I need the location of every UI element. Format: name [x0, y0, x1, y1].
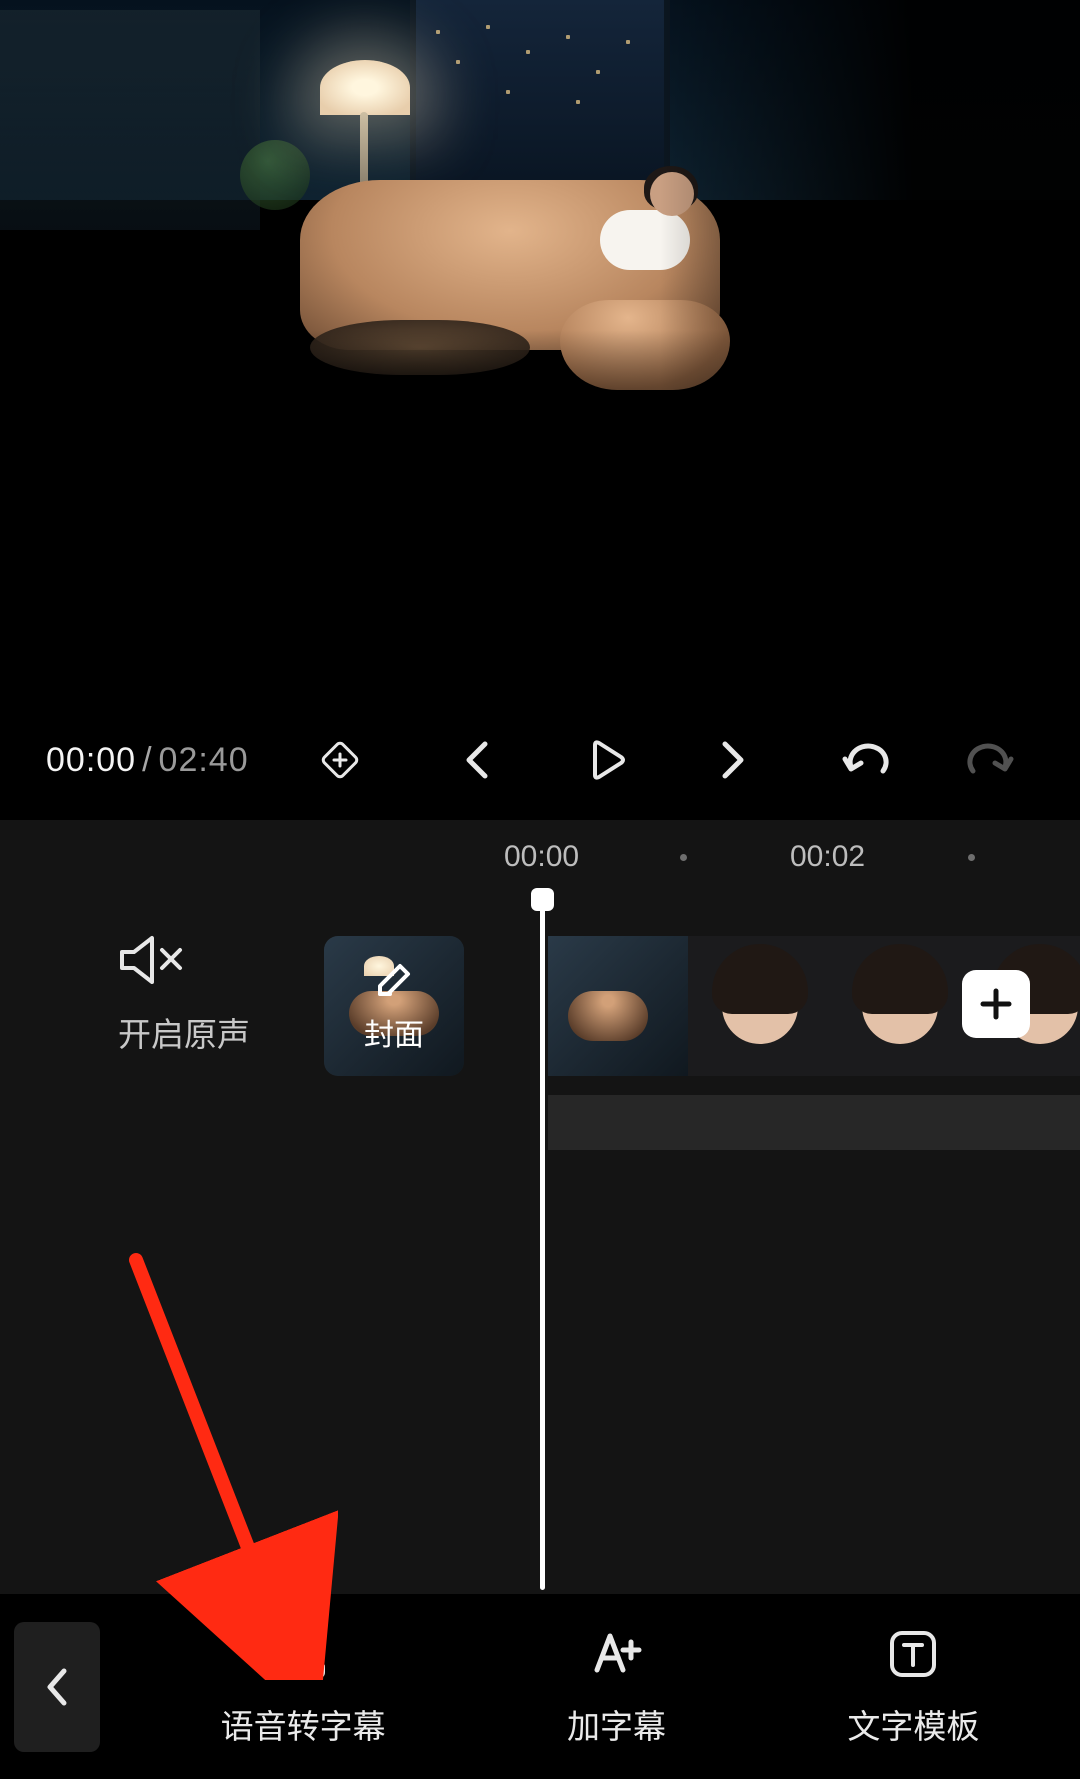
cover-button[interactable]: 封面: [324, 936, 464, 1076]
next-frame-button[interactable]: [717, 738, 751, 782]
ruler-label-2: 00:02: [790, 840, 865, 874]
cover-label: 封面: [364, 1010, 424, 1054]
playback-controls: 00:00/02:40: [0, 680, 1080, 840]
fullscreen-button[interactable]: [1077, 738, 1080, 782]
ruler-tick: [968, 854, 975, 861]
video-preview[interactable]: [0, 0, 1080, 478]
plus-icon: [979, 987, 1013, 1021]
speech-to-subtitle-tool[interactable]: 语音转字幕: [221, 1626, 386, 1748]
playhead[interactable]: [540, 890, 545, 1590]
add-subtitle-tool[interactable]: 加字幕: [567, 1626, 666, 1748]
tool-label: 语音转字幕: [221, 1700, 386, 1748]
original-sound-label: 开启原声: [118, 1008, 250, 1056]
text-template-icon: [886, 1627, 940, 1681]
text-template-tool[interactable]: 文字模板: [847, 1626, 979, 1748]
secondary-track[interactable]: [548, 1095, 1080, 1150]
edit-pencil-icon: [372, 958, 416, 1002]
keyframe-button[interactable]: [317, 737, 363, 783]
timeline[interactable]: 00:00 00:02 开启原声: [0, 820, 1080, 1599]
current-time: 00:00: [46, 741, 136, 779]
prev-frame-button[interactable]: [459, 738, 493, 782]
tool-label: 文字模板: [847, 1700, 979, 1748]
back-button[interactable]: [14, 1622, 100, 1752]
ruler-label-0: 00:00: [504, 840, 579, 874]
redo-button: [965, 739, 1015, 781]
fullscreen-icon: [1077, 738, 1080, 782]
add-clip-button[interactable]: [962, 970, 1030, 1038]
total-time: 02:40: [159, 741, 249, 779]
time-display: 00:00/02:40: [46, 741, 249, 780]
clip-frame: [548, 936, 688, 1076]
redo-icon: [965, 739, 1015, 781]
speech-to-text-icon: [275, 1626, 331, 1682]
preview-frame: [0, 0, 1080, 478]
chevron-left-icon: [42, 1665, 72, 1709]
undo-icon: [841, 739, 891, 781]
speaker-muted-icon: [118, 932, 188, 988]
clip-frame: [688, 936, 828, 1076]
keyframe-diamond-icon: [317, 737, 363, 783]
bottom-toolbar: 语音转字幕 加字幕: [0, 1594, 1080, 1779]
original-sound-toggle[interactable]: 开启原声: [118, 932, 250, 1056]
chevron-right-icon: [717, 738, 751, 782]
clip-frame: [828, 936, 968, 1076]
play-button[interactable]: [581, 736, 629, 784]
timeline-ruler[interactable]: 00:00 00:02: [0, 820, 1080, 890]
play-icon: [581, 736, 629, 784]
undo-button[interactable]: [841, 739, 891, 781]
tool-label: 加字幕: [567, 1700, 666, 1748]
chevron-left-icon: [459, 738, 493, 782]
ruler-tick: [680, 854, 687, 861]
add-text-icon: [587, 1628, 645, 1680]
